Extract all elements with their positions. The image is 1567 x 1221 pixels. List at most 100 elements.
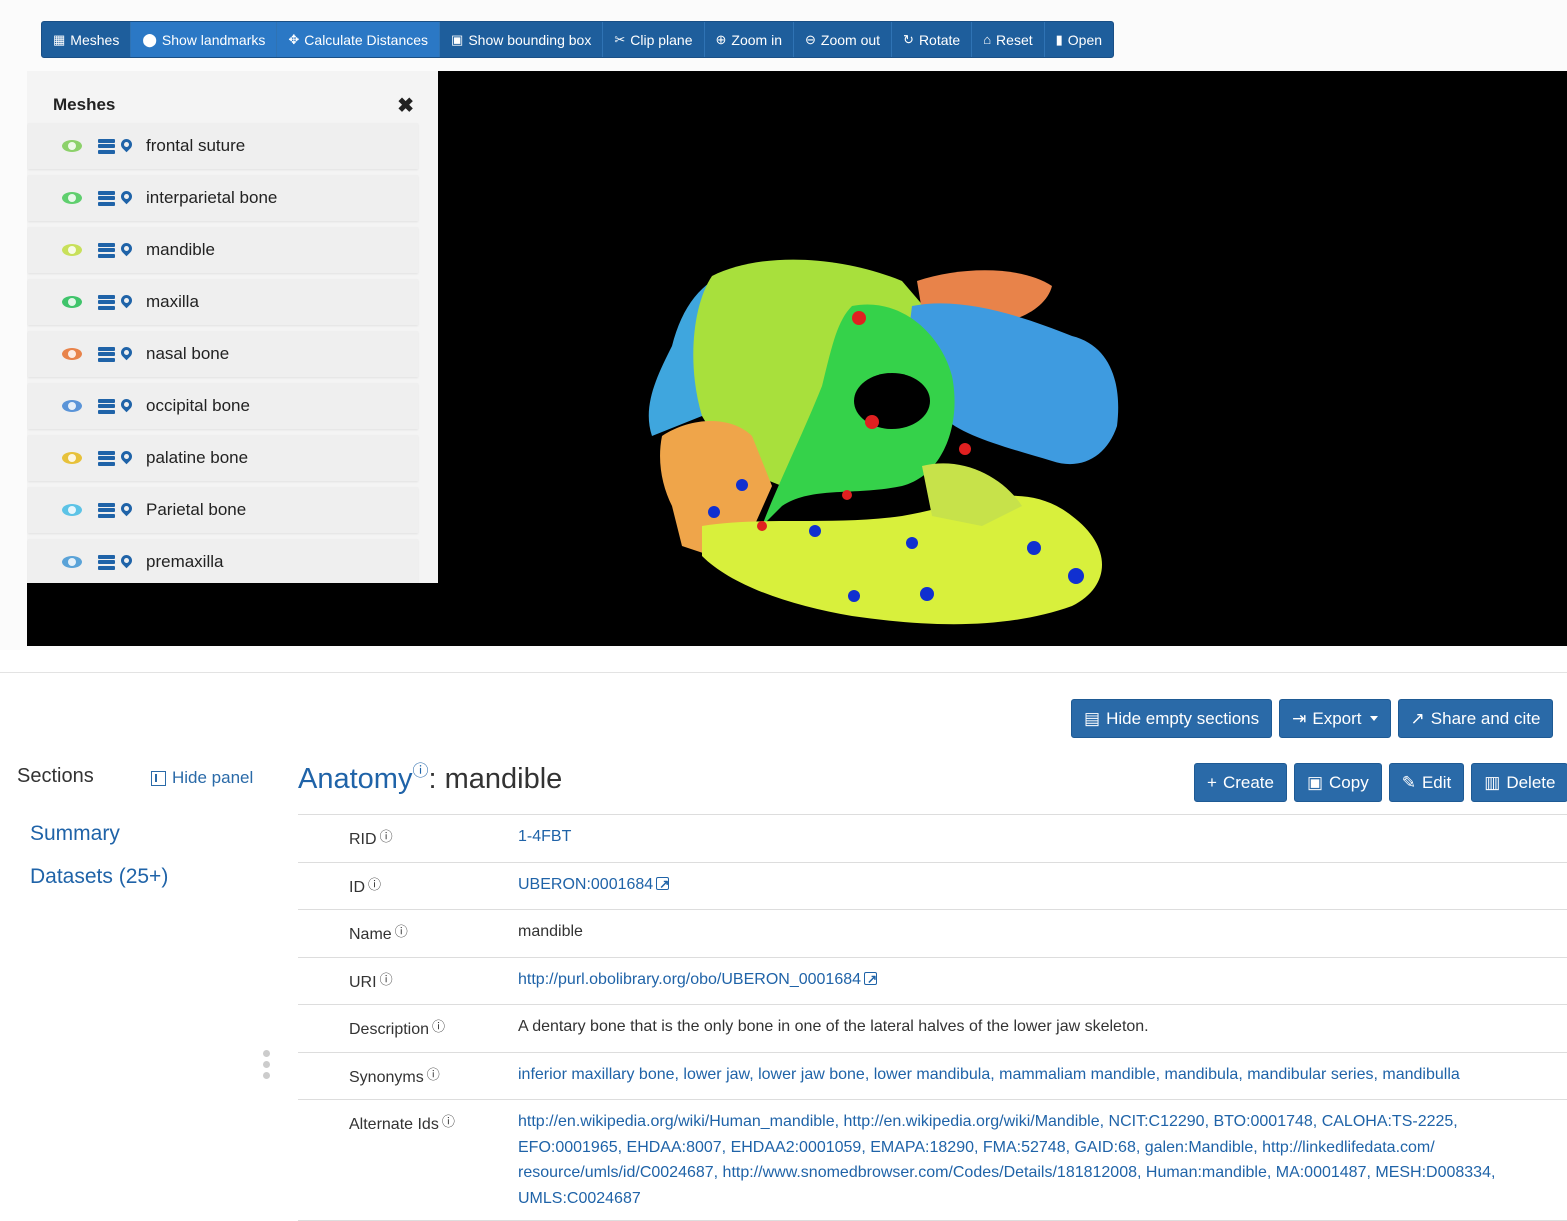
map-marker-icon[interactable]: [121, 451, 132, 466]
layers-icon[interactable]: [98, 138, 115, 154]
zoom-in-label: Zoom in: [731, 31, 782, 48]
info-icon[interactable]: ⓘ: [432, 1019, 445, 1034]
eye-icon[interactable]: [62, 452, 82, 464]
landmark-point[interactable]: [920, 587, 934, 601]
landmark-point[interactable]: [708, 506, 720, 518]
show-bounding-box-button[interactable]: ▣ Show bounding box: [440, 22, 604, 57]
layers-icon[interactable]: [98, 242, 115, 258]
share-and-cite-label: Share and cite: [1430, 708, 1541, 728]
landmark-point[interactable]: [848, 590, 860, 602]
landmark-point[interactable]: [852, 311, 866, 325]
layers-icon[interactable]: [98, 190, 115, 206]
mesh-list-item[interactable]: mandible: [28, 227, 418, 273]
landmark-point[interactable]: [906, 537, 918, 549]
layers-icon[interactable]: [98, 554, 115, 570]
layers-icon[interactable]: [98, 346, 115, 362]
eye-icon[interactable]: [62, 400, 82, 412]
show-bounding-box-label: Show bounding box: [468, 31, 592, 48]
hide-panel-link[interactable]: Hide panel: [151, 768, 253, 788]
eye-icon[interactable]: [62, 192, 82, 204]
rid-link[interactable]: 1-4FBT: [518, 828, 571, 845]
table-row-rid: RID ⓘ 1-4FBT: [298, 814, 1567, 863]
table-name-link[interactable]: Anatomy: [298, 763, 412, 795]
open-button[interactable]: ▮ Open: [1045, 22, 1113, 57]
info-icon[interactable]: ⓘ: [442, 1114, 455, 1129]
landmark-point[interactable]: [865, 415, 879, 429]
mesh-list-item[interactable]: palatine bone: [28, 435, 418, 481]
close-icon[interactable]: ✖: [397, 93, 414, 118]
show-landmarks-button[interactable]: ⬤ Show landmarks: [131, 22, 278, 57]
delete-button[interactable]: ▥ Delete: [1471, 763, 1567, 802]
mesh-list-item[interactable]: interparietal bone: [28, 175, 418, 221]
landmark-point[interactable]: [959, 443, 971, 455]
layers-icon[interactable]: [98, 450, 115, 466]
mesh-list: frontal suture interparietal bone mandible…: [27, 123, 438, 583]
mesh-list-item[interactable]: frontal suture: [28, 123, 418, 169]
panel-resize-handle[interactable]: [263, 1050, 271, 1079]
landmark-point[interactable]: [842, 490, 852, 500]
landmark-point[interactable]: [757, 521, 767, 531]
zoom-out-button[interactable]: ⊖ Zoom out: [794, 22, 893, 57]
layers-icon[interactable]: [98, 398, 115, 414]
rotate-button[interactable]: ↻ Rotate: [892, 22, 973, 57]
map-marker-icon[interactable]: [121, 503, 132, 518]
page-title: Anatomyⓘ: mandible: [298, 757, 562, 796]
edit-button[interactable]: ✎ Edit: [1388, 763, 1465, 802]
eye-icon[interactable]: [62, 556, 82, 568]
mesh-list-item[interactable]: premaxilla: [28, 539, 418, 583]
info-icon[interactable]: ⓘ: [427, 1067, 440, 1082]
landmark-point[interactable]: [809, 525, 821, 537]
create-label: Create: [1222, 772, 1274, 792]
info-icon[interactable]: ⓘ: [412, 763, 428, 780]
toc-link-datasets[interactable]: Datasets (25+): [30, 865, 168, 889]
map-marker-icon[interactable]: [121, 399, 132, 414]
export-button[interactable]: ⇥ Export: [1279, 699, 1391, 738]
meshes-panel: Meshes ✖ frontal suture interparietal bon…: [27, 71, 438, 583]
toc-link-summary[interactable]: Summary: [30, 822, 120, 846]
mesh-label: premaxilla: [146, 552, 224, 571]
rid-key: RID: [349, 831, 377, 848]
calculate-distances-button[interactable]: ✥ Calculate Distances: [277, 22, 441, 57]
mesh-label: interparietal bone: [146, 188, 278, 207]
mesh-list-item[interactable]: nasal bone: [28, 331, 418, 377]
reset-button[interactable]: ⌂ Reset: [972, 22, 1045, 57]
meshes-button[interactable]: ▦ Meshes: [42, 22, 132, 57]
info-icon[interactable]: ⓘ: [380, 829, 393, 844]
landmark-point[interactable]: [1068, 568, 1084, 584]
info-icon[interactable]: ⓘ: [395, 924, 408, 939]
map-marker-icon[interactable]: [121, 191, 132, 206]
map-marker-icon[interactable]: [121, 243, 132, 258]
share-and-cite-button[interactable]: ↗ Share and cite: [1397, 699, 1554, 738]
copy-button[interactable]: ▣ Copy: [1293, 763, 1382, 802]
zoom-in-button[interactable]: ⊕ Zoom in: [705, 22, 794, 57]
reset-label: Reset: [996, 31, 1033, 48]
landmark-point[interactable]: [736, 479, 748, 491]
info-icon[interactable]: ⓘ: [380, 972, 393, 987]
map-marker-icon[interactable]: [121, 295, 132, 310]
mesh-label: mandible: [146, 240, 215, 259]
eye-icon[interactable]: [62, 348, 82, 360]
map-marker-icon[interactable]: [121, 555, 132, 570]
mesh-list-item[interactable]: Parietal bone: [28, 487, 418, 533]
eye-icon[interactable]: [62, 504, 82, 516]
skull-3d-model[interactable]: [602, 186, 1142, 646]
hide-empty-sections-button[interactable]: ▤ Hide empty sections: [1071, 699, 1273, 738]
landmark-point[interactable]: [1027, 541, 1041, 555]
layers-icon[interactable]: [98, 502, 115, 518]
layers-icon[interactable]: [98, 294, 115, 310]
info-icon[interactable]: ⓘ: [368, 877, 381, 892]
create-button[interactable]: + Create: [1194, 763, 1287, 802]
map-marker-icon[interactable]: [121, 347, 132, 362]
mesh-list-item[interactable]: maxilla: [28, 279, 418, 325]
id-link[interactable]: UBERON:0001684: [518, 876, 653, 893]
eye-icon[interactable]: [62, 140, 82, 152]
synonyms-links[interactable]: inferior maxillary bone, lower jaw, lowe…: [518, 1066, 1460, 1083]
record-actions: + Create ▣ Copy ✎ Edit ▥ Delete: [1194, 763, 1567, 802]
uri-link[interactable]: http://purl.obolibrary.org/obo/UBERON_00…: [518, 971, 861, 988]
eye-icon[interactable]: [62, 244, 82, 256]
map-marker-icon[interactable]: [121, 139, 132, 154]
clip-plane-button[interactable]: ✂ Clip plane: [603, 22, 705, 57]
eye-icon[interactable]: [62, 296, 82, 308]
mesh-list-item[interactable]: occipital bone: [28, 383, 418, 429]
export-icon: ⇥: [1292, 708, 1307, 728]
